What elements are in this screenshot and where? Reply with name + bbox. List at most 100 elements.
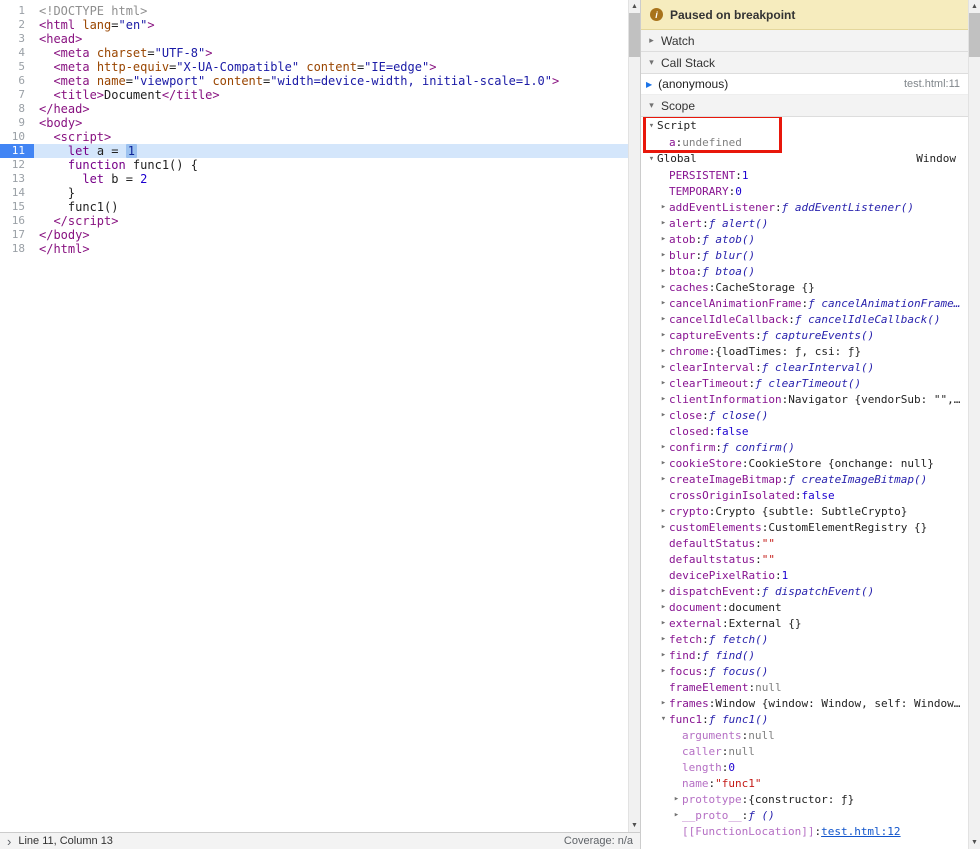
scope-property[interactable]: ▸ external: External {} [641,615,968,631]
watch-section-header[interactable]: ▸ Watch [641,30,968,52]
scope-property[interactable]: ▸ atob: ƒ atob() [641,231,968,247]
expand-icon[interactable]: ▸ [658,394,669,404]
expand-icon[interactable]: ▸ [658,362,669,372]
scope-property[interactable]: ▸ clearInterval: ƒ clearInterval() [641,359,968,375]
expand-icon[interactable]: ▸ [658,346,669,356]
expand-icon[interactable]: ▸ [658,618,669,628]
collapse-icon[interactable]: ▾ [646,154,657,164]
scope-property[interactable]: ▸ captureEvents: ƒ captureEvents() [641,327,968,343]
scope-property[interactable]: ▸ clientInformation: Navigator {vendorSub… [641,391,968,407]
code-line-text[interactable]: let b = 2 [34,172,628,186]
scrollbar-thumb[interactable] [629,13,640,57]
expand-icon[interactable]: ▸ [646,35,657,46]
scope-property[interactable]: ▸ alert: ƒ alert() [641,215,968,231]
line-number[interactable]: 17 [0,228,34,242]
scroll-down-icon[interactable]: ▼ [969,836,980,849]
window-scrollbar[interactable]: ▲ ▼ [968,0,980,849]
expand-icon[interactable]: ▸ [658,698,669,708]
scope-property[interactable]: name: "func1" [641,775,968,791]
scope-property[interactable]: closed: false [641,423,968,439]
code-editor[interactable]: 1 <!DOCTYPE html> 2 <html lang="en"> 3 <head>… [0,0,628,832]
frame-location[interactable]: test.html:11 [904,78,960,90]
scope-property[interactable]: ▸ dispatchEvent: ƒ dispatchEvent() [641,583,968,599]
code-line-text[interactable]: <meta http-equiv="X-UA-Compatible" conte… [34,60,628,74]
scope-property[interactable]: ▸ find: ƒ find() [641,647,968,663]
scope-property[interactable]: PERSISTENT: 1 [641,167,968,183]
scope-section-header[interactable]: ▾ Scope [641,95,968,117]
expand-icon[interactable]: ▸ [658,634,669,644]
scope-property[interactable]: length: 0 [641,759,968,775]
expand-icon[interactable]: ▸ [658,650,669,660]
expand-icon[interactable]: ▸ [658,602,669,612]
line-number[interactable]: 12 [0,158,34,172]
scope-property[interactable]: devicePixelRatio: 1 [641,567,968,583]
expand-icon[interactable]: ▸ [658,234,669,244]
code-line-text[interactable]: <body> [34,116,628,130]
editor-scrollbar[interactable]: ▲ ▼ [628,0,640,832]
scope-property[interactable]: ▸ cancelIdleCallback: ƒ cancelIdleCallbac… [641,311,968,327]
code-line-text[interactable]: <!DOCTYPE html> [34,4,628,18]
collapse-icon[interactable]: ▾ [646,121,657,131]
code-line-text[interactable]: function func1() { [34,158,628,172]
expand-icon[interactable]: ▸ [658,458,669,468]
scrollbar-thumb[interactable] [969,13,980,57]
expand-icon[interactable]: ▸ [658,330,669,340]
drawer-chevron-icon[interactable]: › [7,835,11,848]
call-stack-section-header[interactable]: ▾ Call Stack [641,52,968,74]
call-stack-frame[interactable]: ▶ (anonymous) test.html:11 [641,74,968,95]
scroll-up-icon[interactable]: ▲ [629,0,640,13]
collapse-icon[interactable]: ▾ [646,100,657,111]
expand-icon[interactable]: ▸ [658,266,669,276]
scroll-up-icon[interactable]: ▲ [969,0,980,13]
scrollbar-track[interactable] [969,57,980,836]
line-number[interactable]: 15 [0,200,34,214]
code-line-text[interactable]: <head> [34,32,628,46]
expand-icon[interactable]: ▸ [658,202,669,212]
scope-property[interactable]: ▸ blur: ƒ blur() [641,247,968,263]
scope-property[interactable]: ▸ chrome: {loadTimes: ƒ, csi: ƒ} [641,343,968,359]
scope-property[interactable]: crossOriginIsolated: false [641,487,968,503]
line-number[interactable]: 16 [0,214,34,228]
scope-property[interactable]: ▸ clearTimeout: ƒ clearTimeout() [641,375,968,391]
expand-icon[interactable]: ▸ [658,282,669,292]
code-line-text[interactable]: } [34,186,628,200]
expand-icon[interactable]: ▸ [658,378,669,388]
scope-property[interactable]: frameElement: null [641,679,968,695]
scope-property[interactable]: ▸ document: document [641,599,968,615]
collapse-icon[interactable]: ▾ [646,57,657,68]
scope-property[interactable]: ▸ createImageBitmap: ƒ createImageBitmap(… [641,471,968,487]
scope-group-header[interactable]: ▾ Global Window [641,150,968,167]
line-number[interactable]: 13 [0,172,34,186]
scope-property[interactable]: ▸ cookieStore: CookieStore {onchange: nul… [641,455,968,471]
line-number[interactable]: 5 [0,60,34,74]
scope-property[interactable]: ▸ frames: Window {window: Window, self: W… [641,695,968,711]
code-line-text[interactable]: </body> [34,228,628,242]
expand-icon[interactable]: ▸ [658,250,669,260]
expand-icon[interactable]: ▸ [658,474,669,484]
code-line-text[interactable]: <meta charset="UTF-8"> [34,46,628,60]
expand-icon[interactable]: ▸ [658,410,669,420]
line-number[interactable]: 6 [0,74,34,88]
expand-icon[interactable]: ▸ [671,794,682,804]
code-line-text[interactable]: <title>Document</title> [34,88,628,102]
scope-property[interactable]: ▸ crypto: Crypto {subtle: SubtleCrypto} [641,503,968,519]
code-line-text[interactable]: func1() [34,200,628,214]
scroll-down-icon[interactable]: ▼ [629,819,640,832]
expand-icon[interactable]: ▸ [658,314,669,324]
expand-icon[interactable]: ▸ [658,442,669,452]
code-line-text[interactable]: <html lang="en"> [34,18,628,32]
code-line-text[interactable]: <script> [34,130,628,144]
line-number[interactable]: 2 [0,18,34,32]
scope-group-header[interactable]: ▾ Script [641,117,968,134]
code-line-text[interactable]: </script> [34,214,628,228]
code-line-text[interactable]: </head> [34,102,628,116]
scope-property[interactable]: TEMPORARY: 0 [641,183,968,199]
line-number[interactable]: 10 [0,130,34,144]
line-number[interactable]: 11 [0,144,34,158]
line-number[interactable]: 4 [0,46,34,60]
scope-property[interactable]: a: undefined [641,134,968,150]
expand-icon[interactable]: ▸ [658,218,669,228]
property-value[interactable]: test.html:12 [821,825,900,838]
collapse-icon[interactable]: ▾ [658,714,669,724]
scope-property[interactable]: ▾ func1: ƒ func1() [641,711,968,727]
